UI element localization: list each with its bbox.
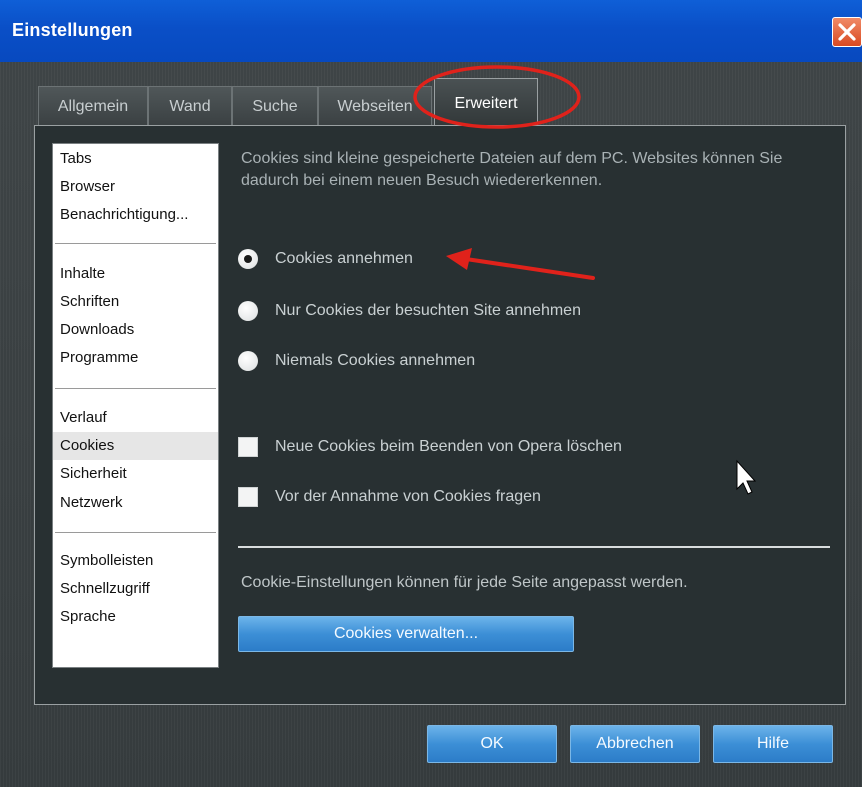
- ok-button[interactable]: OK: [427, 725, 557, 763]
- radio-label: Nur Cookies der besuchten Site annehmen: [275, 302, 581, 319]
- tab-suche[interactable]: Suche: [232, 86, 318, 126]
- radio-button[interactable]: [238, 351, 258, 371]
- checkbox-label: Vor der Annahme von Cookies fragen: [275, 488, 541, 505]
- radio-button[interactable]: [238, 249, 258, 269]
- sidebar-item-netzwerk[interactable]: Netzwerk: [60, 494, 123, 511]
- sidebar-item-verlauf[interactable]: Verlauf: [60, 409, 107, 426]
- settings-dialog: Einstellungen Allgemein Wand Suche Webse…: [0, 0, 862, 787]
- radio-label: Cookies annehmen: [275, 250, 413, 267]
- checkbox[interactable]: [238, 437, 258, 457]
- tab-webseiten[interactable]: Webseiten: [318, 86, 432, 126]
- radio-button[interactable]: [238, 301, 258, 321]
- sidebar-item-schriften[interactable]: Schriften: [60, 293, 119, 310]
- cookie-settings-hint: Cookie-Einstellungen können für jede Sei…: [241, 574, 688, 591]
- sidebar-divider: [55, 532, 216, 533]
- sidebar-item-browser[interactable]: Browser: [60, 178, 115, 195]
- checkbox-label: Neue Cookies beim Beenden von Opera lösc…: [275, 438, 622, 455]
- cookies-description: Cookies sind kleine gespeicherte Dateien…: [241, 150, 783, 189]
- sidebar-item-tabs[interactable]: Tabs: [60, 150, 92, 167]
- sidebar-item-sprache[interactable]: Sprache: [60, 608, 116, 625]
- title-bar[interactable]: Einstellungen: [0, 0, 862, 62]
- close-icon: [838, 23, 856, 41]
- manage-cookies-button[interactable]: Cookies verwalten...: [238, 616, 574, 652]
- sidebar-divider: [55, 388, 216, 389]
- sidebar-item-cookies[interactable]: Cookies: [53, 432, 218, 460]
- cancel-button[interactable]: Abbrechen: [570, 725, 700, 763]
- checkbox[interactable]: [238, 487, 258, 507]
- radio-selected-dot: [244, 255, 252, 263]
- help-button[interactable]: Hilfe: [713, 725, 833, 763]
- close-button[interactable]: [832, 17, 862, 47]
- sidebar-item-inhalte[interactable]: Inhalte: [60, 265, 105, 282]
- tab-allgemein[interactable]: Allgemein: [38, 86, 148, 126]
- sidebar-item-programme[interactable]: Programme: [60, 349, 138, 366]
- radio-label: Niemals Cookies annehmen: [275, 352, 476, 369]
- sidebar-item-sicherheit[interactable]: Sicherheit: [60, 465, 127, 482]
- section-divider: [238, 546, 830, 548]
- sidebar-divider: [55, 243, 216, 244]
- tab-wand[interactable]: Wand: [148, 86, 232, 126]
- sidebar-item-symbolleisten[interactable]: Symbolleisten: [60, 552, 153, 569]
- category-list: Tabs Browser Benachrichtigung... Inhalte…: [52, 143, 219, 668]
- sidebar-item-downloads[interactable]: Downloads: [60, 321, 134, 338]
- sidebar-item-benachrichtigung[interactable]: Benachrichtigung...: [60, 206, 188, 223]
- window-title: Einstellungen: [12, 20, 133, 40]
- sidebar-item-schnellzugriff[interactable]: Schnellzugriff: [60, 580, 150, 597]
- tab-erweitert[interactable]: Erweitert: [434, 78, 538, 126]
